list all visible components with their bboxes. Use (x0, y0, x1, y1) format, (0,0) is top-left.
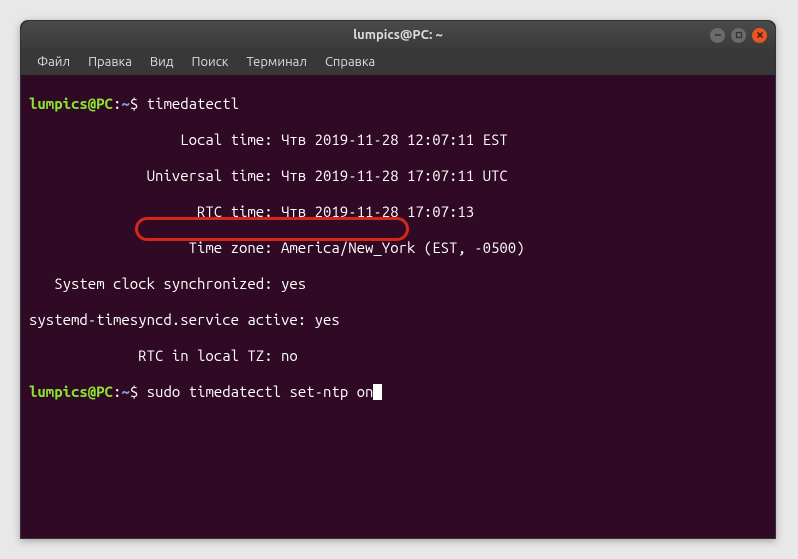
window-title: lumpics@PC: ~ (353, 28, 443, 42)
prompt-userhost: lumpics@PC (29, 95, 113, 112)
output-universal-time: Universal time: Чтв 2019-11-28 17:07:11 … (29, 167, 767, 185)
output-time-zone: Time zone: America/New_York (EST, -0500) (29, 239, 767, 257)
menu-edit[interactable]: Правка (80, 53, 140, 71)
cursor-block (373, 384, 382, 400)
prompt-symbol: $ (130, 383, 138, 400)
menubar: Файл Правка Вид Поиск Терминал Справка (21, 49, 775, 75)
terminal-body[interactable]: lumpics@PC:~$ timedatectl Local time: Чт… (21, 75, 775, 457)
menu-view[interactable]: Вид (142, 53, 182, 71)
close-button[interactable] (752, 28, 767, 43)
output-local-time: Local time: Чтв 2019-11-28 12:07:11 EST (29, 131, 767, 149)
output-clock-sync: System clock synchronized: yes (29, 275, 767, 293)
command-2: sudo timedatectl set-ntp on (147, 383, 374, 400)
prompt-userhost: lumpics@PC (29, 383, 113, 400)
minimize-button[interactable] (710, 28, 725, 43)
terminal-window: lumpics@PC: ~ Файл Правка Вид Поиск Терм… (20, 20, 776, 539)
prompt-path: ~ (121, 95, 129, 112)
menu-file[interactable]: Файл (29, 53, 78, 71)
menu-help[interactable]: Справка (317, 53, 383, 71)
minimize-icon (714, 31, 722, 39)
maximize-icon (735, 31, 743, 39)
titlebar[interactable]: lumpics@PC: ~ (21, 21, 775, 49)
menu-terminal[interactable]: Терминал (238, 53, 314, 71)
command-1: timedatectl (147, 95, 239, 112)
menu-search[interactable]: Поиск (183, 53, 236, 71)
output-timesyncd: systemd-timesyncd.service active: yes (29, 311, 767, 329)
prompt-symbol: $ (130, 95, 138, 112)
window-controls (710, 28, 767, 43)
prompt-line-2: lumpics@PC:~$ sudo timedatectl set-ntp o… (29, 383, 767, 401)
close-icon (756, 31, 764, 39)
prompt-line-1: lumpics@PC:~$ timedatectl (29, 95, 767, 113)
output-rtc-time: RTC time: Чтв 2019-11-28 17:07:13 (29, 203, 767, 221)
maximize-button[interactable] (731, 28, 746, 43)
prompt-path: ~ (121, 383, 129, 400)
output-rtc-local: RTC in local TZ: no (29, 347, 767, 365)
